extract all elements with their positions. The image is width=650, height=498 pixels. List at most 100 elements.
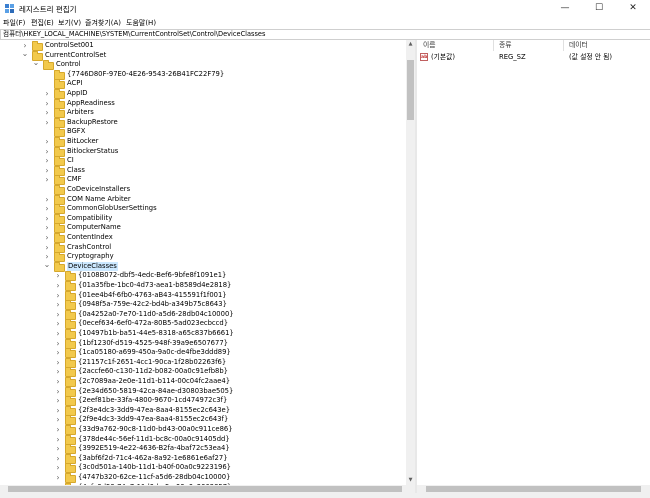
tree-node-label[interactable]: {1bf1230f-d519-4525-948f-39a9e6507677}	[78, 339, 228, 349]
chevron-right-icon[interactable]: ›	[43, 99, 51, 109]
tree-node-label[interactable]: ControlSet001	[45, 41, 94, 51]
menu-file[interactable]: 파일(F)	[3, 18, 25, 28]
chevron-down-icon[interactable]: ⌄	[32, 59, 40, 67]
chevron-right-icon[interactable]: ›	[43, 137, 51, 147]
chevron-right-icon[interactable]: ›	[43, 118, 51, 128]
tree-node-label[interactable]: Arbiters	[67, 108, 94, 118]
minimize-button[interactable]: —	[548, 0, 582, 17]
chevron-right-icon[interactable]: ›	[43, 223, 51, 233]
scroll-thumb[interactable]	[8, 486, 402, 492]
tree-node-label[interactable]: CrashControl	[67, 243, 111, 253]
close-button[interactable]: ✕	[616, 0, 650, 17]
maximize-button[interactable]: ☐	[582, 0, 616, 17]
chevron-right-icon[interactable]: ›	[43, 147, 51, 157]
tree-node-label[interactable]: {0948f5a-759e-42c2-bd4b-a349b75c8643}	[78, 300, 227, 310]
chevron-right-icon[interactable]: ›	[43, 214, 51, 224]
chevron-right-icon[interactable]: ›	[54, 435, 62, 445]
tree-node-label[interactable]: ComputerName	[67, 223, 121, 233]
chevron-right-icon[interactable]: ›	[54, 271, 62, 281]
chevron-right-icon[interactable]: ›	[54, 358, 62, 368]
chevron-right-icon[interactable]: ›	[54, 473, 62, 483]
chevron-right-icon[interactable]: ›	[54, 319, 62, 329]
chevron-right-icon[interactable]: ›	[54, 291, 62, 301]
chevron-right-icon[interactable]: ›	[43, 195, 51, 205]
tree-node-label[interactable]: {01ee4b4f-6fb0-4763-aB43-415591f1f001}	[78, 291, 227, 301]
chevron-down-icon[interactable]: ⌄	[43, 260, 51, 268]
tree-node-label[interactable]: {01a35fbe-1bc0-4d73-aea1-b8589d4e2818}	[78, 281, 231, 291]
chevron-right-icon[interactable]: ›	[54, 339, 62, 349]
list-horizontal-scrollbar[interactable]	[417, 485, 650, 493]
chevron-right-icon[interactable]: ›	[54, 396, 62, 406]
tree-node-label[interactable]: DeviceClasses	[67, 261, 118, 272]
chevron-right-icon[interactable]: ›	[54, 425, 62, 435]
tree-node-label[interactable]: BitLocker	[67, 137, 98, 147]
chevron-right-icon[interactable]: ›	[54, 454, 62, 464]
column-header-name[interactable]: 이름	[423, 40, 436, 51]
tree-node-label[interactable]: Control	[56, 60, 81, 70]
chevron-right-icon[interactable]: ›	[54, 281, 62, 291]
tree-node-label[interactable]: CI	[67, 156, 74, 166]
tree-node-label[interactable]: {3abf6f2d-71c4-462a-8a92-1e6861e6af27}	[78, 454, 228, 464]
tree-node-label[interactable]: {2eef81be-33fa-4800-9670-1cd474972c3f}	[78, 396, 227, 406]
value-name[interactable]: (기본값)	[431, 52, 455, 62]
tree-node-label[interactable]: {4747b320-62ce-11cf-a5d6-28db04c10000}	[78, 473, 230, 483]
chevron-right-icon[interactable]: ›	[54, 387, 62, 397]
chevron-right-icon[interactable]: ›	[43, 156, 51, 166]
tree-node-label[interactable]: {21157c1f-2651-4cc1-90ca-1f28b02263f6}	[78, 358, 226, 368]
tree-node-label[interactable]: ContentIndex	[67, 233, 113, 243]
tree-node-label[interactable]: CommonGlobUserSettings	[67, 204, 157, 214]
chevron-right-icon[interactable]: ›	[43, 243, 51, 253]
scroll-thumb[interactable]	[426, 486, 641, 492]
tree-horizontal-scrollbar[interactable]	[0, 485, 415, 493]
tree-node-label[interactable]: {0108B072-dbf5-4edc-Bef6-9bfe8f1091e1}	[78, 271, 226, 281]
chevron-right-icon[interactable]: ›	[43, 175, 51, 185]
menu-help[interactable]: 도움말(H)	[126, 18, 156, 28]
menu-edit[interactable]: 편집(E)	[31, 18, 54, 28]
tree-vertical-scrollbar[interactable]: ▲ ▼	[406, 40, 415, 485]
tree-node-label[interactable]: {2f3e4dc3-3dd9-47ea-8aa4-8155ec2c643e}	[78, 406, 230, 416]
tree-node-label[interactable]: {7746D80F-97E0-4E26-9543-26B41FC22F79}	[67, 70, 224, 80]
tree-node-label[interactable]: {2accfe60-c130-11d2-b082-00a0c91efb8b}	[78, 367, 228, 377]
chevron-right-icon[interactable]: ›	[54, 463, 62, 473]
chevron-right-icon[interactable]: ›	[43, 166, 51, 176]
tree-node-label[interactable]: Compatibility	[67, 214, 112, 224]
tree-node-label[interactable]: CoDeviceInstallers	[67, 185, 130, 195]
tree-node-label[interactable]: {2f9e4dc3-3dd9-47ea-8aa4-8155ec2c643f}	[78, 415, 228, 425]
chevron-right-icon[interactable]: ›	[54, 367, 62, 377]
column-divider[interactable]	[563, 40, 564, 51]
tree-node-label[interactable]: COM Name Arbiter	[67, 195, 131, 205]
chevron-right-icon[interactable]: ›	[54, 300, 62, 310]
tree-node-label[interactable]: Class	[67, 166, 85, 176]
tree-node-label[interactable]: BGFX	[67, 127, 85, 137]
chevron-right-icon[interactable]: ›	[43, 204, 51, 214]
tree-node-label[interactable]: Cryptography	[67, 252, 114, 262]
tree-node-label[interactable]: CurrentControlSet	[45, 51, 106, 61]
chevron-right-icon[interactable]: ›	[54, 348, 62, 358]
chevron-right-icon[interactable]: ›	[43, 233, 51, 243]
tree-node-label[interactable]: BackupRestore	[67, 118, 118, 128]
tree-node-label[interactable]: ACPI	[67, 79, 82, 89]
scroll-thumb[interactable]	[407, 60, 414, 120]
tree-node-label[interactable]: {1ca05180-a699-450a-9a0c-de4fbe3ddd89}	[78, 348, 231, 358]
tree-node-label[interactable]: CMF	[67, 175, 82, 185]
tree-node-label[interactable]: {3c0d501a-140b-11d1-b40f-00a0c9223196}	[78, 463, 231, 473]
tree-node-label[interactable]: BitlockerStatus	[67, 147, 118, 157]
tree-node-label[interactable]: {378de44c-56ef-11d1-bc8c-00a0c91405dd}	[78, 435, 230, 445]
tree-node-label[interactable]: {0ecef634-6ef0-472a-80B5-5ad023ecbccd}	[78, 319, 228, 329]
chevron-right-icon[interactable]: ›	[54, 377, 62, 387]
column-header-data[interactable]: 데이터	[569, 40, 588, 51]
tree-node-label[interactable]: {3992E519-4e22-4636-B2fa-4baf72c53ea4}	[78, 444, 230, 454]
tree-node-label[interactable]: {2c7089aa-2e0e-11d1-b114-00c04fc2aae4}	[78, 377, 230, 387]
scroll-up-icon[interactable]: ▲	[406, 40, 415, 49]
scroll-down-icon[interactable]: ▼	[406, 476, 415, 485]
tree-node-label[interactable]: {10497b1b-ba51-44e5-8318-a65c837b6661}	[78, 329, 234, 339]
column-header-type[interactable]: 종류	[499, 40, 512, 51]
menu-favorites[interactable]: 즐겨찾기(A)	[85, 18, 121, 28]
tree-node-label[interactable]: AppID	[67, 89, 88, 99]
tree-node-label[interactable]: {2e34d650-5819-42ca-84ae-d30803bae505}	[78, 387, 233, 397]
chevron-right-icon[interactable]: ›	[54, 444, 62, 454]
chevron-right-icon[interactable]: ›	[54, 310, 62, 320]
chevron-right-icon[interactable]: ›	[54, 415, 62, 425]
chevron-right-icon[interactable]: ›	[43, 108, 51, 118]
chevron-right-icon[interactable]: ›	[54, 329, 62, 339]
